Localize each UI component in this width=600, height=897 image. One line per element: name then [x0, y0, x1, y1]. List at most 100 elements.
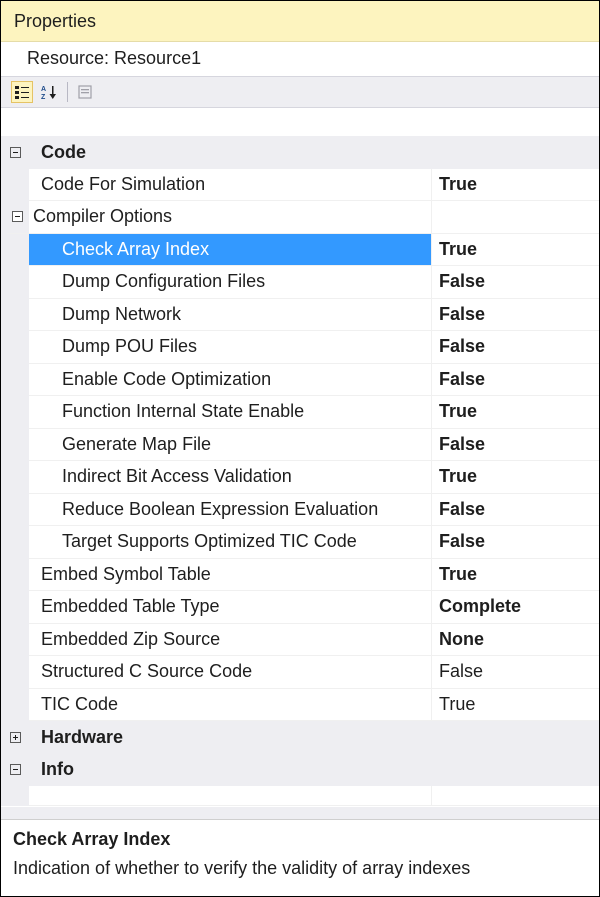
property-grid: Code Code For Simulation True Compiler Opti… — [1, 136, 599, 806]
category-row[interactable]: Code — [1, 136, 599, 169]
property-value[interactable]: True — [439, 694, 475, 715]
property-name: Check Array Index — [62, 238, 210, 259]
row-gutter — [1, 461, 29, 494]
row-gutter — [1, 428, 29, 461]
property-value[interactable]: True — [439, 564, 477, 585]
property-row[interactable]: Dump Configuration Files False — [1, 266, 599, 299]
property-row[interactable]: Embed Symbol Table True — [1, 558, 599, 591]
property-row[interactable]: Target Supports Optimized TIC Code False — [1, 526, 599, 559]
row-gutter — [1, 298, 29, 331]
property-name: Indirect Bit Access Validation — [62, 466, 292, 487]
property-row[interactable]: Indirect Bit Access Validation True — [1, 461, 599, 494]
toolbar-separator — [67, 82, 68, 102]
property-row[interactable]: Function Internal State Enable True — [1, 396, 599, 429]
categorized-button[interactable] — [11, 81, 33, 103]
property-name: Function Internal State Enable — [62, 401, 305, 422]
property-name: Reduce Boolean Expression Evaluation — [62, 498, 379, 519]
property-row[interactable]: Embedded Zip Source None — [1, 623, 599, 656]
property-row[interactable]: TIC Code True — [1, 688, 599, 721]
svg-text:Z: Z — [41, 94, 46, 100]
category-label: Hardware — [41, 726, 124, 747]
property-value[interactable]: True — [439, 466, 477, 487]
window-title-bar[interactable]: Properties — [1, 1, 599, 42]
row-gutter — [1, 168, 29, 201]
property-row[interactable]: Enable Code Optimization False — [1, 363, 599, 396]
subcategory-label: Compiler Options — [33, 206, 173, 227]
collapse-icon[interactable] — [9, 764, 21, 776]
property-name: Enable Code Optimization — [62, 368, 272, 389]
property-name: Structured C Source Code — [41, 661, 253, 682]
property-name: Embedded Zip Source — [41, 628, 221, 649]
property-pages-icon — [78, 85, 92, 99]
row-gutter — [1, 721, 29, 754]
row-gutter — [1, 591, 29, 624]
row-gutter — [1, 656, 29, 689]
description-title: Check Array Index — [13, 829, 171, 849]
property-name: Code For Simulation — [41, 173, 206, 194]
row-gutter — [1, 526, 29, 559]
property-value[interactable]: True — [439, 239, 477, 260]
row-gutter — [1, 233, 29, 266]
description-pane: Check Array Index Indication of whether … — [1, 819, 599, 896]
property-row[interactable]: Dump Network False — [1, 298, 599, 331]
property-row[interactable]: Structured C Source Code False — [1, 656, 599, 689]
alphabetical-sort-icon: A Z — [41, 86, 56, 100]
property-name: Dump Configuration Files — [62, 271, 266, 292]
property-value[interactable]: Complete — [439, 596, 521, 617]
row-gutter — [1, 266, 29, 299]
property-value[interactable]: False — [439, 531, 485, 552]
category-label: Code — [41, 141, 86, 162]
row-gutter — [1, 786, 29, 806]
property-value[interactable]: False — [439, 434, 485, 455]
property-value[interactable]: False — [439, 271, 485, 292]
row-gutter — [1, 623, 29, 656]
property-name: Embed Symbol Table — [41, 563, 211, 584]
category-label: Info — [41, 759, 74, 780]
property-row-selected[interactable]: Check Array Index True — [1, 233, 599, 266]
alphabetical-button[interactable]: A Z — [39, 81, 61, 103]
property-value[interactable]: True — [439, 174, 477, 195]
properties-window: Properties Resource: Resource1 A Z Code … — [0, 0, 600, 897]
property-pages-button[interactable] — [74, 81, 96, 103]
property-name: Dump Network — [62, 303, 182, 324]
property-name: TIC Code — [41, 693, 119, 714]
property-value[interactable]: None — [439, 629, 484, 650]
property-value[interactable]: False — [439, 336, 485, 357]
description-splitter[interactable] — [1, 807, 599, 819]
row-gutter — [1, 558, 29, 591]
collapse-icon[interactable] — [9, 146, 21, 158]
object-selector[interactable]: Resource: Resource1 — [1, 42, 599, 76]
empty-row[interactable] — [1, 786, 599, 806]
svg-text:A: A — [41, 86, 46, 93]
row-gutter — [1, 753, 29, 786]
property-value[interactable]: False — [439, 304, 485, 325]
property-value[interactable]: False — [439, 369, 485, 390]
resource-label: Resource: Resource1 — [27, 48, 202, 68]
property-value[interactable]: False — [439, 499, 485, 520]
window-title: Properties — [14, 10, 97, 31]
property-value[interactable]: True — [439, 401, 477, 422]
property-row[interactable]: Dump POU Files False — [1, 331, 599, 364]
property-row[interactable]: Generate Map File False — [1, 428, 599, 461]
row-gutter — [1, 331, 29, 364]
property-name: Generate Map File — [62, 433, 212, 454]
expand-icon[interactable] — [9, 731, 21, 743]
property-row[interactable]: Embedded Table Type Complete — [1, 591, 599, 624]
subcategory-row[interactable]: Compiler Options — [1, 201, 599, 234]
property-name: Embedded Table Type — [41, 596, 220, 617]
row-gutter — [1, 688, 29, 721]
property-name: Target Supports Optimized TIC Code — [62, 531, 357, 552]
property-name: Dump POU Files — [62, 336, 198, 357]
category-row[interactable]: Info — [1, 753, 599, 786]
description-text: Indication of whether to verify the vali… — [13, 858, 471, 878]
category-row[interactable]: Hardware — [1, 721, 599, 754]
property-row[interactable]: Code For Simulation True — [1, 168, 599, 201]
row-gutter — [1, 396, 29, 429]
collapse-icon[interactable] — [12, 211, 23, 223]
row-gutter — [1, 493, 29, 526]
row-gutter — [1, 136, 29, 169]
property-value[interactable]: False — [439, 661, 483, 682]
property-row[interactable]: Reduce Boolean Expression Evaluation Fals… — [1, 493, 599, 526]
row-gutter — [1, 363, 29, 396]
toolbar: A Z — [1, 76, 599, 108]
